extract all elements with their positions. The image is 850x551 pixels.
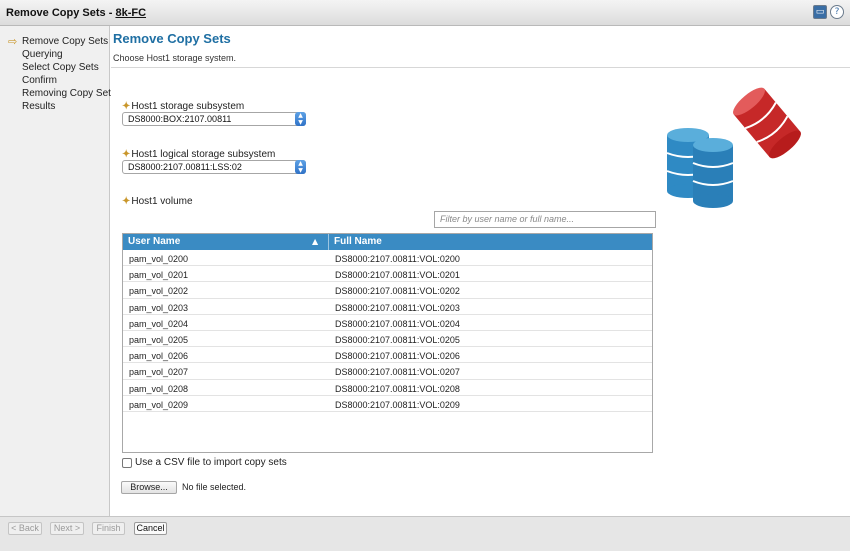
monitor-icon[interactable]: ▭: [813, 5, 827, 19]
step-querying: Querying: [0, 48, 109, 61]
step-label: Confirm: [22, 75, 58, 86]
cell-user-name: pam_vol_0208: [129, 383, 189, 394]
table-header: User Name ▲ Full Name: [123, 234, 652, 250]
host-link[interactable]: 8k-FC: [115, 7, 146, 19]
csv-option[interactable]: Use a CSV file to import copy sets: [122, 457, 287, 468]
blue-database-icon: [692, 138, 734, 208]
table-row[interactable]: pam_vol_0203 DS8000:2107.00811:VOL:0203: [123, 299, 652, 315]
cell-user-name: pam_vol_0209: [129, 399, 189, 410]
table-row[interactable]: pam_vol_0201 DS8000:2107.00811:VOL:0201: [123, 266, 652, 283]
chevron-updown-icon[interactable]: ▲ ▼: [295, 112, 306, 126]
cell-user-name: pam_vol_0202: [129, 286, 189, 297]
cell-user-name: pam_vol_0204: [129, 318, 189, 329]
step-confirm: Confirm: [0, 74, 109, 87]
cell-full-name: DS8000:2107.00811:VOL:0204: [335, 318, 460, 329]
volume-table: User Name ▲ Full Name pam_vol_0200 DS8000…: [122, 233, 653, 453]
next-button[interactable]: Next >: [50, 522, 84, 535]
chevron-updown-icon[interactable]: ▲ ▼: [295, 160, 306, 174]
step-label: Select Copy Sets: [22, 62, 99, 73]
table-row[interactable]: pam_vol_0206 DS8000:2107.00811:VOL:0206: [123, 347, 652, 364]
database-removal-illustration: [666, 87, 801, 208]
storage-subsystem-value: DS8000:BOX:2107.00811: [128, 114, 232, 124]
table-row[interactable]: pam_vol_0207 DS8000:2107.00811:VOL:0207: [123, 363, 652, 380]
column-header-full-name[interactable]: Full Name: [334, 236, 382, 247]
cell-user-name: pam_vol_0206: [129, 351, 189, 362]
finish-button[interactable]: Finish: [92, 522, 125, 535]
column-header-user-name[interactable]: User Name: [128, 236, 180, 247]
cell-full-name: DS8000:2107.00811:VOL:0202: [335, 286, 460, 297]
step-remove-copy-sets: ⇨ Remove Copy Sets: [0, 35, 109, 48]
cell-full-name: DS8000:2107.00811:VOL:0207: [335, 367, 460, 378]
storage-subsystem-label-text: Host1 storage subsystem: [131, 101, 245, 112]
logical-subsystem-label: ✦Host1 logical storage subsystem: [122, 149, 275, 160]
step-label: Results: [22, 101, 56, 112]
help-icon[interactable]: ?: [830, 5, 844, 19]
cell-user-name: pam_vol_0200: [129, 254, 189, 264]
table-row[interactable]: pam_vol_0209 DS8000:2107.00811:VOL:0209: [123, 396, 652, 412]
required-icon: ✦: [122, 196, 131, 207]
cell-user-name: pam_vol_0205: [129, 334, 189, 345]
table-row[interactable]: pam_vol_0202 DS8000:2107.00811:VOL:0202: [123, 282, 652, 299]
window-title: Remove Copy Sets - 8k-FC: [6, 7, 146, 19]
browse-button[interactable]: Browse...: [121, 481, 177, 494]
main-content: Remove Copy Sets Choose Host1 storage sy…: [111, 26, 850, 516]
logical-subsystem-select[interactable]: DS8000:2107.00811:LSS:02 ▲ ▼: [122, 160, 306, 174]
window-titlebar: Remove Copy Sets - 8k-FC ▭ ?: [0, 0, 850, 26]
volume-label: ✦Host1 volume: [122, 196, 193, 207]
step-results: Results: [0, 100, 109, 113]
cell-full-name: DS8000:2107.00811:VOL:0201: [335, 270, 460, 281]
cell-full-name: DS8000:2107.00811:VOL:0209: [335, 399, 460, 410]
storage-subsystem-select[interactable]: DS8000:BOX:2107.00811 ▲ ▼: [122, 112, 306, 126]
wizard-steps-panel: ⇨ Remove Copy Sets Querying Select Copy S…: [0, 26, 116, 516]
logical-subsystem-label-text: Host1 logical storage subsystem: [131, 149, 276, 160]
sort-ascending-icon[interactable]: ▲: [312, 237, 318, 246]
cell-full-name: DS8000:2107.00811:VOL:0205: [335, 334, 460, 345]
current-step-arrow-icon: ⇨: [8, 35, 18, 48]
required-icon: ✦: [122, 149, 131, 160]
page-title: Remove Copy Sets: [113, 31, 231, 46]
column-divider[interactable]: [328, 234, 329, 250]
step-label: Remove Copy Sets: [22, 36, 109, 47]
wizard-footer: < Back Next > Finish Cancel: [0, 516, 850, 551]
logical-subsystem-value: DS8000:2107.00811:LSS:02: [128, 162, 242, 172]
step-label: Removing Copy Sets: [22, 88, 116, 99]
red-database-icon: [733, 87, 801, 159]
csv-checkbox-label: Use a CSV file to import copy sets: [135, 457, 287, 468]
file-status: No file selected.: [182, 482, 247, 492]
table-row[interactable]: pam_vol_0200 DS8000:2107.00811:VOL:0200: [123, 250, 652, 267]
window-title-text: Remove Copy Sets: [6, 7, 106, 19]
cell-user-name: pam_vol_0201: [129, 270, 189, 281]
cell-user-name: pam_vol_0207: [129, 367, 189, 378]
page-subtitle: Choose Host1 storage system.: [113, 53, 237, 63]
table-row[interactable]: pam_vol_0204 DS8000:2107.00811:VOL:0204: [123, 315, 652, 331]
page-header: Remove Copy Sets Choose Host1 storage sy…: [111, 26, 850, 68]
table-row[interactable]: pam_vol_0208 DS8000:2107.00811:VOL:0208: [123, 380, 652, 396]
step-select-copy-sets: Select Copy Sets: [0, 61, 109, 74]
title-separator: -: [108, 7, 113, 19]
volume-label-text: Host1 volume: [131, 196, 193, 207]
cell-full-name: DS8000:2107.00811:VOL:0203: [335, 302, 460, 313]
required-icon: ✦: [122, 101, 131, 112]
csv-checkbox[interactable]: [122, 457, 132, 468]
cell-full-name: DS8000:2107.00811:VOL:0208: [335, 383, 460, 394]
step-label: Querying: [22, 49, 63, 60]
table-row[interactable]: pam_vol_0205 DS8000:2107.00811:VOL:0205: [123, 331, 652, 348]
cell-user-name: pam_vol_0203: [129, 302, 189, 313]
storage-subsystem-label: ✦Host1 storage subsystem: [122, 101, 244, 112]
back-button[interactable]: < Back: [8, 522, 42, 535]
step-removing-copy-sets: Removing Copy Sets: [0, 87, 116, 100]
cell-full-name: DS8000:2107.00811:VOL:0206: [335, 351, 460, 362]
wizard-steps-list: ⇨ Remove Copy Sets Querying Select Copy S…: [0, 26, 116, 113]
filter-input[interactable]: Filter by user name or full name...: [434, 211, 656, 228]
cell-full-name: DS8000:2107.00811:VOL:0200: [335, 254, 460, 264]
cancel-button[interactable]: Cancel: [134, 522, 167, 535]
